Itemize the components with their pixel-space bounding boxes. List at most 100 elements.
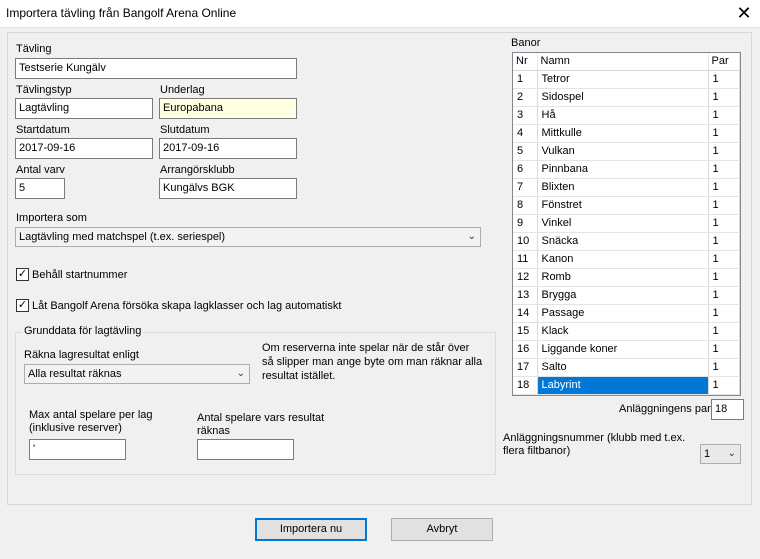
banor-row[interactable]: 3 Hå 1 bbox=[513, 106, 740, 125]
rakna-select[interactable]: Alla resultat räknas ⌄ bbox=[24, 364, 250, 384]
anlaggningsnummer-label-1: Anläggningsnummer (klubb med t.ex. bbox=[503, 432, 686, 444]
arrangorsklubb-input[interactable]: Kungälvs BGK bbox=[159, 178, 297, 199]
banor-row[interactable]: 11 Kanon 1 bbox=[513, 250, 740, 269]
close-icon[interactable]: ✕ bbox=[728, 0, 760, 28]
banor-cell-namn[interactable]: Vulkan bbox=[537, 142, 709, 161]
antal-spelare-input[interactable] bbox=[197, 439, 294, 460]
banor-row[interactable]: 6 Pinnbana 1 bbox=[513, 160, 740, 179]
anlaggningens-par-input[interactable]: 18 bbox=[711, 399, 744, 420]
underlag-input[interactable]: Europabana bbox=[159, 98, 297, 119]
banor-cell-nr[interactable]: 10 bbox=[513, 232, 538, 251]
importera-som-select[interactable]: Lagtävling med matchspel (t.ex. seriespe… bbox=[15, 227, 481, 247]
banor-grid[interactable]: Nr Namn Par 1 Tetror 1 2 Sidospel 1 3 Hå 1 4 Mittk… bbox=[512, 52, 741, 396]
anlaggningsnummer-select[interactable]: 1 ⌄ bbox=[700, 444, 741, 464]
banor-cell-namn[interactable]: Klack bbox=[537, 322, 709, 341]
banor-cell-namn[interactable]: Salto bbox=[537, 358, 709, 377]
banor-cell-namn[interactable]: Liggande koner bbox=[537, 340, 709, 359]
anlaggningsnummer-label-2: flera filtbanor) bbox=[503, 445, 571, 457]
banor-cell-par[interactable]: 1 bbox=[708, 250, 740, 269]
col-header-nr[interactable]: Nr bbox=[513, 53, 538, 71]
window-title: Importera tävling från Bangolf Arena Onl… bbox=[6, 6, 237, 20]
banor-cell-nr[interactable]: 14 bbox=[513, 304, 538, 323]
tavlingstyp-input[interactable]: Lagtävling bbox=[15, 98, 153, 119]
banor-cell-namn[interactable]: Tetror bbox=[537, 70, 709, 89]
banor-cell-nr[interactable]: 12 bbox=[513, 268, 538, 287]
banor-cell-par[interactable]: 1 bbox=[708, 106, 740, 125]
banor-row[interactable]: 13 Brygga 1 bbox=[513, 286, 740, 305]
banor-cell-par[interactable]: 1 bbox=[708, 214, 740, 233]
banor-cell-namn[interactable]: Kanon bbox=[537, 250, 709, 269]
behall-startnummer-checkbox[interactable]: ✓ Behåll startnummer bbox=[16, 268, 127, 281]
col-header-par[interactable]: Par bbox=[708, 53, 740, 71]
banor-row[interactable]: 16 Liggande koner 1 bbox=[513, 340, 740, 359]
banor-cell-nr[interactable]: 1 bbox=[513, 70, 538, 89]
banor-cell-par[interactable]: 1 bbox=[708, 340, 740, 359]
lagklasser-checkbox[interactable]: ✓ Låt Bangolf Arena försöka skapa lagkla… bbox=[16, 299, 341, 312]
banor-cell-nr[interactable]: 15 bbox=[513, 322, 538, 341]
banor-cell-nr[interactable]: 9 bbox=[513, 214, 538, 233]
banor-row[interactable]: 5 Vulkan 1 bbox=[513, 142, 740, 161]
banor-row[interactable]: 4 Mittkulle 1 bbox=[513, 124, 740, 143]
importera-nu-button[interactable]: Importera nu bbox=[255, 518, 367, 541]
banor-cell-par[interactable]: 1 bbox=[708, 286, 740, 305]
banor-row[interactable]: 7 Blixten 1 bbox=[513, 178, 740, 197]
banor-row[interactable]: 15 Klack 1 bbox=[513, 322, 740, 341]
banor-cell-nr[interactable]: 7 bbox=[513, 178, 538, 197]
banor-cell-par[interactable]: 1 bbox=[708, 322, 740, 341]
max-spelare-input[interactable]: ' bbox=[29, 439, 126, 460]
banor-row[interactable]: 17 Salto 1 bbox=[513, 358, 740, 377]
banor-cell-namn[interactable]: Pinnbana bbox=[537, 160, 709, 179]
banor-row[interactable]: 2 Sidospel 1 bbox=[513, 88, 740, 107]
banor-cell-par[interactable]: 1 bbox=[708, 124, 740, 143]
banor-cell-par[interactable]: 1 bbox=[708, 142, 740, 161]
banor-row[interactable]: 10 Snäcka 1 bbox=[513, 232, 740, 251]
banor-row[interactable]: 1 Tetror 1 bbox=[513, 70, 740, 89]
banor-cell-par[interactable]: 1 bbox=[708, 160, 740, 179]
banor-cell-namn[interactable]: Labyrint bbox=[537, 376, 709, 395]
banor-cell-nr[interactable]: 3 bbox=[513, 106, 538, 125]
banor-row[interactable]: 8 Fönstret 1 bbox=[513, 196, 740, 215]
startdatum-input[interactable]: 2017-09-16 bbox=[15, 138, 153, 159]
banor-cell-namn[interactable]: Sidospel bbox=[537, 88, 709, 107]
banor-cell-namn[interactable]: Romb bbox=[537, 268, 709, 287]
banor-cell-nr[interactable]: 13 bbox=[513, 286, 538, 305]
banor-row[interactable]: 9 Vinkel 1 bbox=[513, 214, 740, 233]
banor-cell-namn[interactable]: Snäcka bbox=[537, 232, 709, 251]
banor-cell-par[interactable]: 1 bbox=[708, 268, 740, 287]
tavling-input[interactable]: Testserie Kungälv bbox=[15, 58, 297, 79]
banor-cell-nr[interactable]: 11 bbox=[513, 250, 538, 269]
antal-varv-input[interactable]: 5 bbox=[15, 178, 65, 199]
banor-cell-namn[interactable]: Blixten bbox=[537, 178, 709, 197]
banor-cell-namn[interactable]: Mittkulle bbox=[537, 124, 709, 143]
avbryt-button[interactable]: Avbryt bbox=[391, 518, 493, 541]
banor-cell-par[interactable]: 1 bbox=[708, 232, 740, 251]
banor-cell-par[interactable]: 1 bbox=[708, 70, 740, 89]
banor-cell-par[interactable]: 1 bbox=[708, 88, 740, 107]
banor-cell-nr[interactable]: 8 bbox=[513, 196, 538, 215]
banor-cell-par[interactable]: 1 bbox=[708, 376, 740, 395]
underlag-label: Underlag bbox=[160, 84, 205, 96]
banor-cell-par[interactable]: 1 bbox=[708, 178, 740, 197]
banor-cell-namn[interactable]: Vinkel bbox=[537, 214, 709, 233]
slutdatum-input[interactable]: 2017-09-16 bbox=[159, 138, 297, 159]
banor-row[interactable]: 14 Passage 1 bbox=[513, 304, 740, 323]
check-icon: ✓ bbox=[16, 299, 29, 312]
banor-cell-nr[interactable]: 2 bbox=[513, 88, 538, 107]
banor-row[interactable]: 12 Romb 1 bbox=[513, 268, 740, 287]
banor-cell-nr[interactable]: 5 bbox=[513, 142, 538, 161]
banor-cell-nr[interactable]: 6 bbox=[513, 160, 538, 179]
banor-cell-par[interactable]: 1 bbox=[708, 304, 740, 323]
max-spelare-label-1: Max antal spelare per lag bbox=[29, 409, 153, 421]
banor-cell-nr[interactable]: 4 bbox=[513, 124, 538, 143]
banor-cell-nr[interactable]: 17 bbox=[513, 358, 538, 377]
banor-cell-par[interactable]: 1 bbox=[708, 358, 740, 377]
banor-row[interactable]: 18 Labyrint 1 bbox=[513, 376, 740, 395]
banor-cell-namn[interactable]: Brygga bbox=[537, 286, 709, 305]
banor-cell-namn[interactable]: Passage bbox=[537, 304, 709, 323]
banor-cell-nr[interactable]: 18 bbox=[513, 376, 538, 395]
banor-cell-par[interactable]: 1 bbox=[708, 196, 740, 215]
banor-cell-namn[interactable]: Hå bbox=[537, 106, 709, 125]
banor-cell-namn[interactable]: Fönstret bbox=[537, 196, 709, 215]
banor-cell-nr[interactable]: 16 bbox=[513, 340, 538, 359]
col-header-namn[interactable]: Namn bbox=[537, 53, 709, 71]
